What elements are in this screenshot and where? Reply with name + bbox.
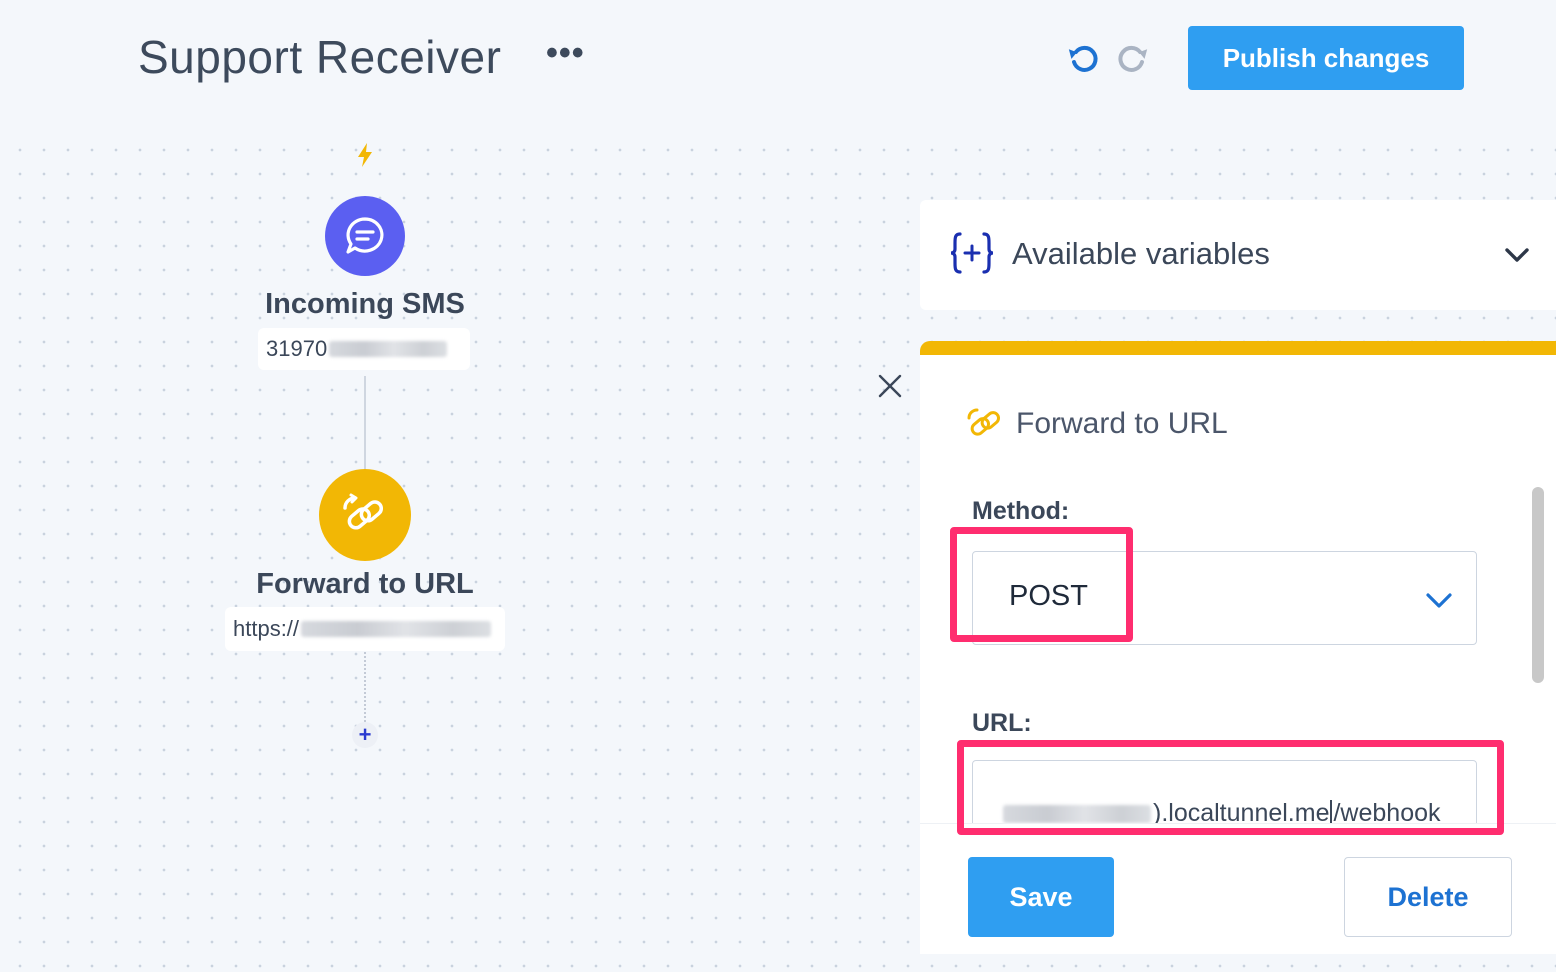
panel-footer: Save Delete	[920, 823, 1556, 954]
incoming-sms-number-text: 31970	[266, 336, 328, 361]
undo-icon[interactable]	[1066, 40, 1102, 76]
incoming-sms-number: 31970	[258, 328, 470, 370]
scrollbar-thumb[interactable]	[1532, 487, 1544, 683]
available-variables-panel[interactable]: Available variables	[920, 200, 1556, 310]
chat-bubble-icon	[346, 217, 384, 254]
forward-to-url-node[interactable]	[319, 469, 411, 561]
forward-to-url-label: Forward to URL	[256, 568, 474, 600]
incoming-sms-node[interactable]	[325, 196, 405, 276]
method-select[interactable]: POST	[972, 551, 1477, 645]
lightning-bolt-icon	[358, 143, 372, 167]
link-icon	[343, 493, 384, 530]
delete-button[interactable]: Delete	[1344, 857, 1512, 937]
url-label: URL:	[972, 709, 1032, 737]
add-step-button[interactable]: +	[352, 722, 378, 748]
step-settings-panel: Forward to URL Method: POST URL: ).local…	[920, 341, 1556, 954]
chevron-down-icon[interactable]	[1502, 240, 1532, 270]
available-variables-title: Available variables	[1012, 236, 1270, 271]
redacted-subdomain	[1003, 804, 1151, 823]
forward-url-preview: https://	[225, 607, 505, 651]
add-step-connector	[364, 652, 366, 722]
curly-braces-plus-icon	[950, 232, 994, 274]
method-label: Method:	[972, 497, 1070, 525]
chevron-down-icon	[1426, 593, 1452, 608]
link-icon	[967, 408, 1001, 436]
redacted-number	[329, 341, 448, 357]
forward-url-preview-text: https://	[233, 616, 300, 641]
publish-changes-button[interactable]: Publish changes	[1188, 26, 1464, 90]
node-connector	[364, 376, 366, 470]
method-select-value: POST	[1009, 580, 1088, 612]
incoming-sms-label: Incoming SMS	[265, 288, 465, 320]
redo-icon[interactable]	[1114, 40, 1150, 76]
page-title: Support Receiver	[138, 31, 502, 83]
panel-scrollbar[interactable]	[1532, 487, 1544, 827]
redacted-url	[301, 621, 492, 637]
close-icon[interactable]	[876, 372, 904, 400]
save-button[interactable]: Save	[968, 857, 1114, 937]
step-panel-title: Forward to URL	[1016, 407, 1228, 440]
more-options-icon[interactable]: •••	[546, 34, 585, 73]
